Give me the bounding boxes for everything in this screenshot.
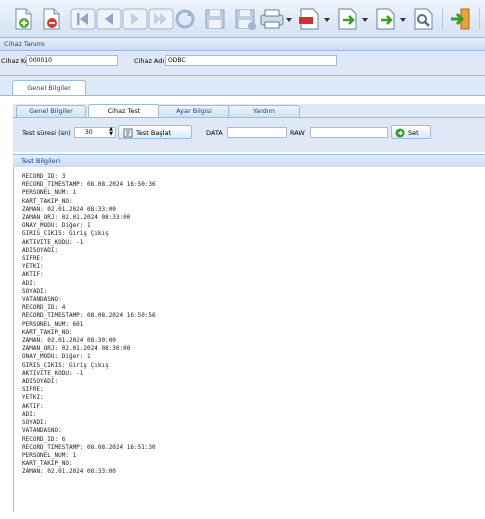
- stepper-arrows-icon[interactable]: ▲ ▼: [109, 127, 113, 137]
- test-info-title: Test Bilgileri: [21, 157, 61, 165]
- new-doc-icon[interactable]: [10, 6, 36, 32]
- test-info-log[interactable]: RECORD_ID: 3 RECORD_TIMESTAMP: 08.08.202…: [13, 167, 485, 512]
- device-section-title: Cihaz Tanımı: [4, 40, 45, 48]
- start-test-icon: [123, 128, 133, 143]
- toolbar-separator: [442, 8, 443, 30]
- pdf-export-icon[interactable]: [296, 6, 332, 32]
- print-icon[interactable]: [258, 6, 294, 32]
- save-icon[interactable]: [202, 6, 228, 32]
- delete-doc-icon[interactable]: [38, 6, 64, 32]
- test-info-header: Test Bilgileri: [13, 154, 485, 168]
- exit-icon[interactable]: [448, 6, 474, 32]
- tab-cihaz-test[interactable]: Cihaz Test: [88, 104, 160, 118]
- toolbar-separator-end: [479, 8, 480, 30]
- set-button[interactable]: Set: [391, 125, 431, 139]
- tab-genel-bilgiler-outer[interactable]: Genel Bilgiler: [12, 80, 86, 95]
- save-as-icon[interactable]: [232, 6, 258, 32]
- start-test-label: Test Başlat: [136, 129, 172, 137]
- last-record-icon[interactable]: [148, 6, 174, 32]
- previous-record-icon[interactable]: [96, 6, 122, 32]
- next-record-icon[interactable]: [122, 6, 148, 32]
- test-duration-value: 30: [85, 129, 93, 136]
- device-name-field[interactable]: ODBC: [165, 55, 337, 66]
- device-code-field[interactable]: 000010: [26, 55, 118, 66]
- raw-label: RAW: [290, 129, 305, 137]
- start-test-button[interactable]: Test Başlat: [118, 125, 192, 139]
- test-info-text: RECORD_ID: 3 RECORD_TIMESTAMP: 08.08.202…: [22, 173, 156, 476]
- refresh-icon[interactable]: [172, 6, 198, 32]
- device-name-label: Cihaz Adı: [134, 57, 165, 65]
- test-duration-stepper[interactable]: 30 ▲ ▼: [74, 127, 116, 138]
- preview-icon[interactable]: [410, 6, 436, 32]
- import-icon[interactable]: [372, 6, 408, 32]
- raw-field[interactable]: [310, 127, 388, 138]
- device-section-header: Cihaz Tanımı: [0, 38, 485, 51]
- first-record-icon[interactable]: [70, 6, 96, 32]
- main-toolbar: [0, 0, 485, 38]
- data-field[interactable]: [227, 127, 287, 138]
- data-label: DATA: [206, 129, 223, 137]
- test-duration-label: Test süresi (sn): [22, 129, 71, 137]
- export-icon[interactable]: [334, 6, 370, 32]
- set-label: Set: [408, 129, 419, 137]
- set-icon: [395, 128, 405, 143]
